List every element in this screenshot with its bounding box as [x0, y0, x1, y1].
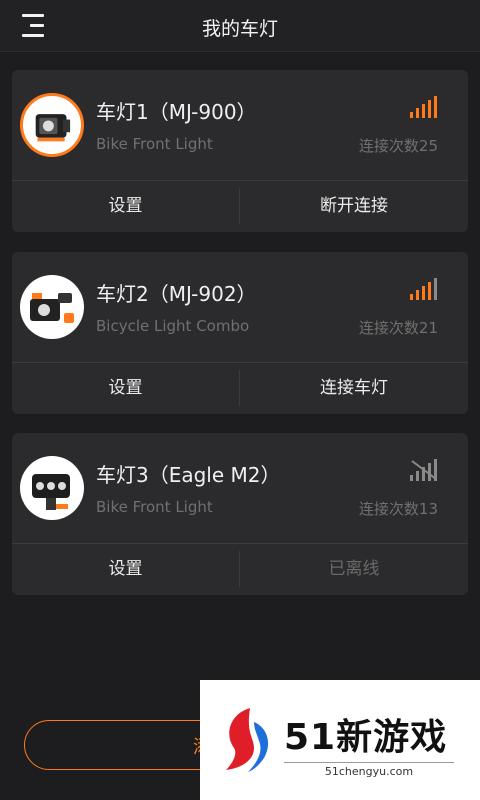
- light-thumbnail-2: [20, 275, 84, 339]
- watermark-url: 51chengyu.com: [284, 762, 454, 778]
- light-thumbnail-1: [20, 93, 84, 157]
- signal-off-icon: [410, 459, 437, 481]
- brand-logo-icon: [226, 708, 269, 772]
- settings-button[interactable]: 设置: [12, 363, 239, 414]
- light-model: Bike Front Light: [96, 135, 213, 153]
- signal-strong-icon: [410, 96, 437, 118]
- light-card-2[interactable]: 车灯2（MJ-902） Bicycle Light Combo 连接次数21 设…: [12, 252, 468, 414]
- signal-strong-icon: [410, 278, 437, 300]
- light-name: 车灯1（MJ-900）: [96, 100, 257, 124]
- connection-count: 连接次数21: [358, 319, 438, 337]
- light-card-3[interactable]: 车灯3（Eagle M2） Bike Front Light 连接次数13 设置…: [12, 433, 468, 595]
- watermark-brand: 51新游戏: [284, 717, 448, 758]
- light-model: Bike Front Light: [96, 498, 213, 516]
- top-bar: 我的车灯: [0, 0, 480, 52]
- light-card-1[interactable]: 车灯1（MJ-900） Bike Front Light 连接次数25 设置 断…: [12, 70, 468, 232]
- offline-status: 已离线: [328, 559, 380, 579]
- connection-count: 连接次数13: [358, 500, 438, 518]
- page-title: 我的车灯: [201, 18, 278, 40]
- light-name: 车灯2（MJ-902）: [96, 282, 257, 306]
- connection-count: 连接次数25: [358, 137, 438, 155]
- watermark: 51新游戏 51chengyu.com: [200, 680, 480, 800]
- disconnect-button[interactable]: 断开连接: [240, 181, 468, 232]
- light-name: 车灯3（Eagle M2）: [96, 463, 281, 487]
- settings-button[interactable]: 设置: [12, 181, 239, 232]
- settings-button[interactable]: 设置: [12, 544, 239, 595]
- light-thumbnail-3: [20, 456, 84, 520]
- light-model: Bicycle Light Combo: [96, 317, 250, 335]
- connect-light-button[interactable]: 连接车灯: [240, 363, 468, 414]
